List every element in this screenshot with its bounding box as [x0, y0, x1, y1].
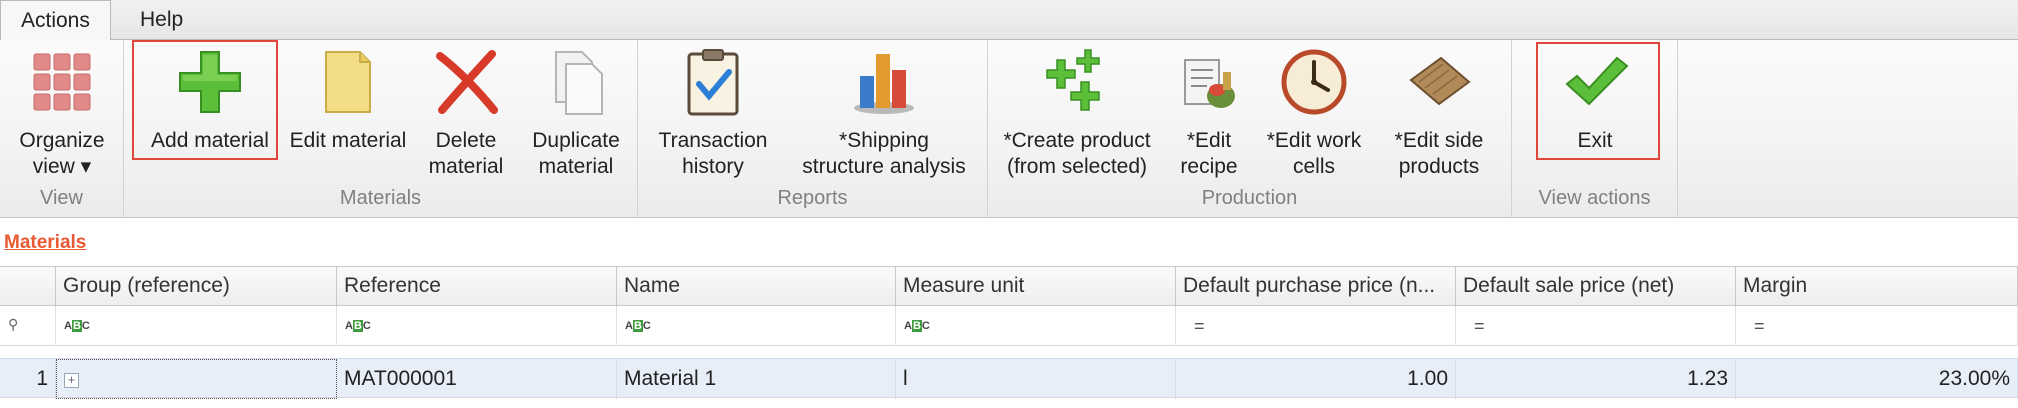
equals-filter-icon: = — [1754, 316, 1765, 336]
filter-purchase-price[interactable]: = — [1176, 306, 1456, 346]
group-label-production: Production — [1201, 187, 1298, 209]
text-filter-icon: ABC — [904, 320, 930, 332]
grid-icon — [26, 46, 98, 118]
filter-sale-price[interactable]: = — [1456, 306, 1736, 346]
shipping-analysis-label: *Shipping structure analysis — [802, 129, 966, 178]
filter-group[interactable]: ABC — [56, 306, 337, 346]
cell-purchase-price[interactable]: 1.00 — [1176, 359, 1456, 399]
organize-view-label: Organize view ▾ — [19, 129, 105, 178]
transaction-history-label: Transaction history — [658, 129, 768, 178]
column-header-sale-price[interactable]: Default sale price (net) — [1456, 266, 1736, 306]
filter-row: ⚲ ABC ABC ABC ABC = = = — [0, 306, 2018, 346]
delete-material-button[interactable]: Delete material — [416, 46, 516, 180]
transaction-history-button[interactable]: Transaction history — [650, 46, 776, 180]
group-label-reports: Reports — [777, 187, 848, 209]
filter-margin[interactable]: = — [1736, 306, 2018, 346]
clipboard-check-icon — [677, 46, 749, 118]
recipe-icon — [1173, 46, 1245, 118]
folder-icon — [312, 46, 384, 118]
group-label-view-actions: View actions — [1538, 187, 1651, 209]
edit-recipe-label: *Edit recipe — [1180, 129, 1238, 178]
edit-material-button[interactable]: Edit material — [284, 46, 412, 154]
column-header-margin[interactable]: Margin — [1736, 266, 2018, 306]
duplicate-material-button[interactable]: Duplicate material — [520, 46, 632, 180]
delete-x-icon — [430, 46, 502, 118]
cell-reference[interactable]: MAT000001 — [337, 359, 617, 399]
materials-grid: Group (reference) Reference Name Measure… — [0, 266, 2018, 408]
text-filter-icon: ABC — [64, 320, 90, 332]
equals-filter-icon: = — [1474, 316, 1485, 336]
duplicate-material-label: Duplicate material — [532, 129, 620, 178]
edit-recipe-button[interactable]: *Edit recipe — [1168, 46, 1250, 180]
table-row[interactable]: 1 + MAT000001 Material 1 l 1.00 1.23 23.… — [0, 358, 2018, 399]
edit-work-cells-button[interactable]: *Edit work cells — [1258, 46, 1370, 180]
row-index: 1 — [0, 359, 56, 399]
cell-group[interactable]: + — [56, 359, 337, 399]
cell-margin[interactable]: 23.00% — [1736, 359, 2018, 399]
column-header-name[interactable]: Name — [617, 266, 896, 306]
column-header-measure-unit[interactable]: Measure unit — [896, 266, 1176, 306]
add-material-highlight — [132, 40, 278, 160]
filter-pin-icon: ⚲ — [8, 316, 19, 332]
tab-help[interactable]: Help — [120, 0, 203, 41]
edit-material-label: Edit material — [289, 129, 407, 152]
expand-icon[interactable]: + — [64, 372, 79, 388]
duplicate-icon — [540, 46, 612, 118]
multi-plus-icon — [1041, 46, 1113, 118]
delete-material-label: Delete material — [428, 129, 504, 178]
bar-chart-icon — [848, 46, 920, 118]
filter-name[interactable]: ABC — [617, 306, 896, 346]
organize-view-button[interactable]: Organize view ▾ — [6, 46, 118, 180]
filter-reference[interactable]: ABC — [337, 306, 617, 346]
edit-side-products-label: *Edit side products — [1394, 129, 1484, 178]
tab-actions[interactable]: Actions — [0, 0, 111, 41]
text-filter-icon: ABC — [625, 320, 651, 332]
filter-measure-unit[interactable]: ABC — [896, 306, 1176, 346]
group-label-view: View — [40, 187, 83, 209]
text-filter-icon: ABC — [345, 320, 371, 332]
create-product-button[interactable]: *Create product (from selected) — [992, 46, 1162, 180]
menu-bar: Actions Help — [0, 0, 2018, 41]
column-header-group[interactable]: Group (reference) — [56, 266, 337, 306]
group-reports: Transaction history *Shipping structure … — [638, 40, 988, 218]
edit-work-cells-label: *Edit work cells — [1266, 129, 1362, 178]
ribbon: Organize view ▾ View Add material Edit m… — [0, 40, 2018, 218]
wood-board-icon — [1403, 46, 1475, 118]
materials-title[interactable]: Materials — [4, 232, 86, 254]
shipping-analysis-button[interactable]: *Shipping structure analysis — [788, 46, 980, 180]
group-view: Organize view ▾ View — [0, 40, 124, 218]
group-label-materials: Materials — [339, 187, 422, 209]
row-indicator-header — [0, 266, 56, 306]
cell-measure-unit[interactable]: l — [896, 359, 1176, 399]
group-production: *Create product (from selected) *Edit re… — [988, 40, 1512, 218]
equals-filter-icon: = — [1194, 316, 1205, 336]
exit-highlight — [1536, 42, 1660, 160]
cell-name[interactable]: Material 1 — [617, 359, 896, 399]
create-product-label: *Create product (from selected) — [1003, 129, 1151, 178]
filter-row-indicator: ⚲ — [0, 306, 56, 346]
column-header-purchase-price[interactable]: Default purchase price (n... — [1176, 266, 1456, 306]
edit-side-products-button[interactable]: *Edit side products — [1374, 46, 1504, 180]
cell-sale-price[interactable]: 1.23 — [1456, 359, 1736, 399]
clock-icon — [1278, 46, 1350, 118]
column-header-reference[interactable]: Reference — [337, 266, 617, 306]
